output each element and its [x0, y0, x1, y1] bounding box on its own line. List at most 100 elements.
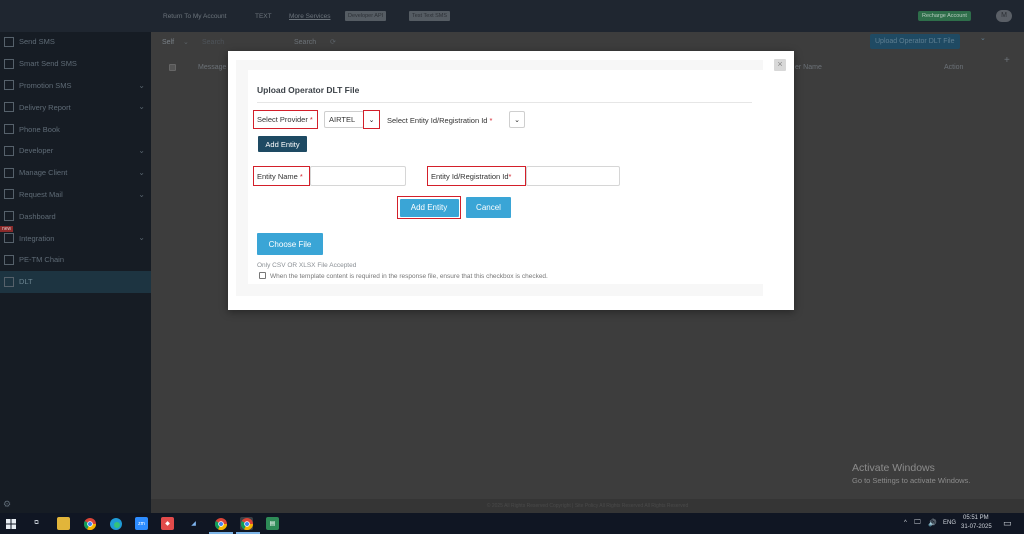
notification-icon[interactable]: ▭	[1003, 518, 1012, 529]
sidebar-item-icon	[4, 145, 14, 156]
select-entity-label-text: Select Entity Id/Registration Id	[387, 116, 488, 125]
recharge-button[interactable]: Recharge Account	[918, 11, 971, 21]
template-content-checkbox[interactable]	[259, 272, 266, 279]
add-icon[interactable]: +	[1004, 55, 1010, 66]
entity-id-label: Entity Id/Registration Id *	[427, 166, 526, 186]
column-header-sender: er Name	[795, 64, 822, 71]
sidebar-item-dashboard[interactable]: Dashboard	[0, 205, 151, 227]
anydesk-icon[interactable]: ◆	[161, 517, 174, 530]
clock-time[interactable]: 05:51 PM	[963, 515, 989, 521]
top-navigation-bar: Return To My Account TEXT More Services …	[0, 0, 1024, 32]
title-divider	[257, 102, 752, 103]
sidebar-item-label: Manage Client	[19, 168, 68, 178]
sidebar-item-label: DLT	[19, 277, 33, 287]
sidebar-expand-chevron-icon: ⌄	[138, 167, 145, 177]
entity-id-input[interactable]	[526, 166, 620, 186]
sidebar-item-icon	[4, 254, 14, 265]
tray-chevron-up-icon[interactable]: ^	[904, 520, 907, 526]
sidebar-item-promotion-sms[interactable]: Promotion SMS ⌄	[0, 75, 151, 97]
sidebar-item-icon	[4, 124, 14, 135]
sidebar-item-smart-send-sms[interactable]: Smart Send SMS	[0, 53, 151, 75]
volume-icon[interactable]: 🔊	[928, 519, 937, 527]
sidebar-item-manage-client[interactable]: Manage Client ⌄	[0, 162, 151, 184]
spreadsheet-icon[interactable]: ▤	[266, 517, 279, 530]
select-all-checkbox[interactable]	[169, 64, 176, 71]
sidebar-item-label: Developer	[19, 146, 54, 156]
sidebar-item-request-mail[interactable]: Request Mail ⌄	[0, 184, 151, 206]
developer-api-button[interactable]: Developer API	[345, 11, 387, 21]
cancel-button[interactable]: Cancel	[466, 197, 511, 218]
page-footer: © 2025 All Rights Reserved Copyright | S…	[151, 499, 1024, 513]
upload-form-card: Upload Operator DLT File Select Provider…	[248, 70, 763, 284]
upload-dlt-modal: × Upload Operator DLT File Select Provid…	[228, 51, 794, 310]
select-provider-label: Select Provider *	[253, 110, 318, 129]
sidebar-item-label: Phone Book	[19, 124, 60, 134]
sidebar-item-developer[interactable]: Developer ⌄	[0, 140, 151, 162]
test-sms-button[interactable]: Test Text SMS	[409, 11, 451, 21]
sidebar-item-dlt[interactable]: DLT	[0, 270, 151, 293]
sidebar-item-delivery-report[interactable]: Delivery Report ⌄	[0, 96, 151, 118]
required-mark: *	[508, 171, 512, 181]
required-mark: *	[309, 115, 313, 124]
refresh-icon[interactable]: ⟳	[330, 38, 336, 46]
search-button[interactable]: Search	[294, 39, 316, 46]
add-entity-button[interactable]: Add Entity	[399, 198, 459, 217]
sidebar-expand-chevron-icon: ⌄	[138, 102, 145, 112]
sidebar-item-label: Delivery Report	[19, 102, 71, 112]
more-services-link[interactable]: More Services	[289, 13, 331, 20]
text-menu-dropdown[interactable]: TEXT	[255, 13, 272, 20]
choose-file-button[interactable]: Choose File	[257, 233, 323, 255]
upload-chevron-icon: ⌄	[980, 35, 986, 42]
modal-title: Upload Operator DLT File	[257, 85, 360, 95]
edge-icon[interactable]	[109, 517, 122, 530]
file-explorer-icon[interactable]	[57, 517, 70, 530]
sidebar-item-label: Request Mail	[19, 189, 63, 199]
filter-select[interactable]: Self	[162, 39, 174, 46]
sidebar-item-pe-tm-chain[interactable]: PE-TM Chain	[0, 249, 151, 271]
sidebar-item-integration[interactable]: Integration ⌄ new	[0, 226, 151, 249]
new-badge: new	[0, 226, 14, 233]
entity-id-select[interactable]: ⌄	[509, 111, 525, 128]
sidebar-item-label: PE-TM Chain	[19, 255, 65, 265]
column-header-action: Action	[944, 64, 964, 71]
filter-chevron-icon: ⌄	[183, 39, 189, 46]
clock-date[interactable]: 31-07-2025	[961, 524, 992, 530]
sidebar-item-label: Integration	[19, 233, 55, 243]
sidebar-item-icon	[4, 167, 14, 178]
vscode-icon[interactable]: ◢	[187, 517, 200, 530]
zoom-icon[interactable]: zm	[135, 517, 148, 530]
sidebar-expand-chevron-icon: ⌄	[138, 145, 145, 155]
sidebar-item-phone-book[interactable]: Phone Book	[0, 118, 151, 140]
activate-windows-subtitle: Go to Settings to activate Windows.	[852, 476, 971, 485]
chrome-active-icon[interactable]	[240, 517, 253, 530]
windows-start-icon[interactable]	[4, 517, 17, 530]
entity-name-input[interactable]	[310, 166, 406, 186]
settings-gear-icon[interactable]: ⚙	[3, 499, 11, 510]
sidebar-item-icon	[4, 102, 14, 113]
task-view-icon[interactable]: ⧉	[30, 517, 43, 530]
provider-chevron-down-icon[interactable]: ⌄	[363, 110, 380, 129]
network-icon[interactable]: 🖵	[914, 519, 921, 527]
user-avatar[interactable]: M	[996, 10, 1012, 22]
sidebar-item-send-sms[interactable]: Send SMS	[0, 31, 151, 53]
sidebar-item-icon	[4, 233, 14, 244]
return-to-account-link[interactable]: Return To My Account	[163, 13, 226, 20]
upload-operator-dlt-button[interactable]: Upload Operator DLT File	[870, 34, 960, 49]
modal-body: Upload Operator DLT File Select Provider…	[236, 60, 763, 296]
sidebar-item-label: Dashboard	[19, 211, 56, 221]
sidebar-menu: Send SMS Smart Send SMS Promotion SMS ⌄ Deli…	[0, 31, 151, 293]
chrome-profile-icon[interactable]	[214, 517, 227, 530]
chrome-icon[interactable]	[83, 517, 96, 530]
close-icon[interactable]: ×	[774, 59, 786, 71]
select-provider-label-text: Select Provider	[257, 115, 308, 124]
provider-select[interactable]: AIRTEL	[324, 111, 364, 128]
sidebar-expand-chevron-icon: ⌄	[138, 233, 145, 243]
sidebar-item-icon	[4, 58, 14, 69]
search-input[interactable]: Search	[202, 39, 224, 46]
required-mark: *	[299, 171, 303, 181]
entity-name-label-text: Entity Name	[257, 171, 298, 181]
language-indicator[interactable]: ENG	[943, 520, 956, 526]
sidebar-item-icon	[4, 80, 14, 91]
add-entity-toggle-button[interactable]: Add Entity	[258, 136, 307, 152]
sidebar-item-label: Promotion SMS	[19, 80, 72, 90]
